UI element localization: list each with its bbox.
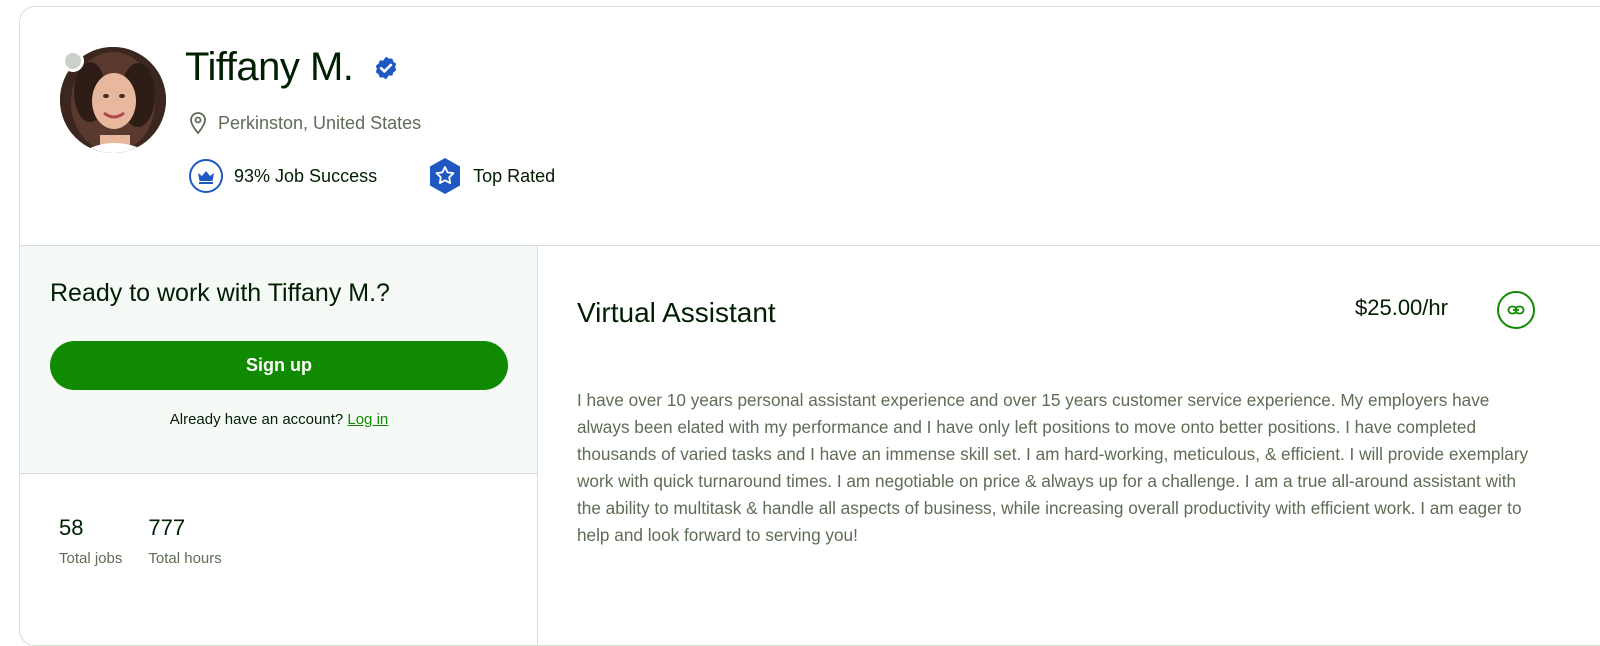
name-row: Tiffany M. [185, 45, 399, 90]
copy-link-button[interactable] [1497, 291, 1535, 329]
job-success-crown-icon [189, 159, 223, 193]
signup-panel: Ready to work with Tiffany M.? Sign up A… [20, 246, 538, 474]
location-text: Perkinston, United States [218, 112, 422, 133]
log-in-link[interactable]: Log in [347, 411, 388, 428]
left-divider [20, 473, 538, 474]
login-prompt: Already have an account? Log in [20, 411, 538, 428]
online-status-dot [62, 50, 84, 72]
stat-value: 58 [59, 515, 84, 540]
profile-name: Tiffany M. [185, 45, 354, 89]
top-rated-text: Top Rated [473, 165, 556, 186]
avatar-container [60, 47, 166, 153]
stat-total-jobs: 58 Total jobs [59, 515, 122, 567]
stat-label: Total jobs [59, 550, 123, 567]
profile-card: Tiffany M. Perkinston, United States 93%… [19, 6, 1600, 646]
badges-row: 93% Job Success Top Rated [188, 157, 555, 195]
sign-up-button[interactable]: Sign up [50, 341, 508, 390]
stat-label: Total hours [148, 550, 222, 567]
column-divider [537, 246, 538, 646]
hourly-rate: $25.00/hr [1355, 295, 1448, 320]
job-success-text: 93% Job Success [234, 165, 378, 186]
stat-value: 777 [148, 515, 186, 540]
location-pin-icon [190, 112, 206, 135]
job-success-badge[interactable]: 93% Job Success [188, 158, 377, 194]
job-description: I have over 10 years personal assistant … [577, 390, 1529, 545]
job-title: Virtual Assistant [577, 297, 776, 328]
top-rated-star-icon [430, 158, 461, 194]
top-rated-badge[interactable]: Top Rated [427, 157, 555, 195]
stats-row: 58 Total jobs 777 Total hours [59, 515, 248, 567]
location: Perkinston, United States [188, 111, 421, 135]
cta-heading: Ready to work with Tiffany M.? [50, 279, 390, 307]
stat-total-hours: 777 Total hours [148, 515, 221, 567]
link-icon [1507, 305, 1525, 315]
verified-check-icon [376, 56, 397, 79]
account-prompt-text: Already have an account? [169, 411, 344, 428]
